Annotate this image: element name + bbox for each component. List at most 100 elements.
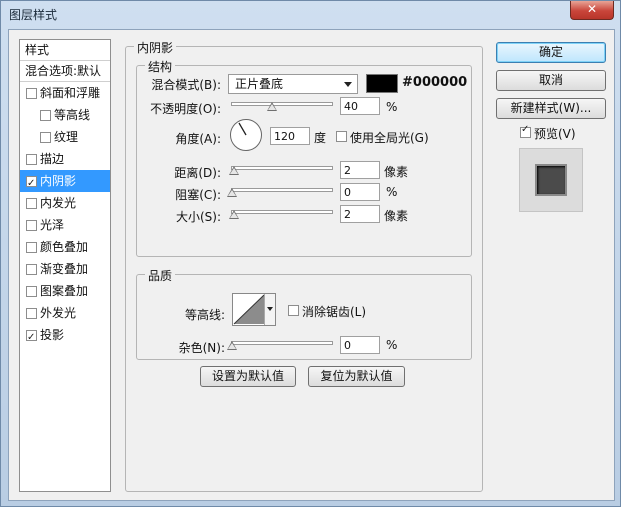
style-item[interactable]: 纹理 [20, 126, 110, 148]
style-item-checkbox[interactable] [26, 154, 37, 165]
ok-button[interactable]: 确定 [496, 42, 606, 63]
style-item-label: 光泽 [40, 218, 65, 232]
distance-label: 距离(D): [174, 166, 221, 180]
blending-options-item[interactable]: 混合选项:默认 [20, 61, 110, 82]
size-slider-thumb[interactable] [229, 210, 239, 219]
style-item-checkbox[interactable] [40, 132, 51, 143]
new-style-button[interactable]: 新建样式(W)... [496, 98, 606, 119]
distance-unit: 像素 [384, 165, 409, 179]
style-item[interactable]: 图案叠加 [20, 280, 110, 302]
make-default-button[interactable]: 设置为默认值 [200, 366, 296, 387]
style-item-checkbox[interactable] [26, 198, 37, 209]
style-item[interactable]: 光泽 [20, 214, 110, 236]
shadow-color-swatch[interactable] [366, 74, 398, 93]
angle-dial[interactable] [230, 119, 262, 151]
style-item-checkbox[interactable] [26, 173, 37, 195]
contour-picker[interactable] [232, 293, 276, 326]
preview-label[interactable]: 预览(V) [534, 125, 576, 142]
dialog-window: 图层样式 ✕ 样式 混合选项:默认 斜面和浮雕等高线纹理描边内阴影内发光光泽颜色… [0, 0, 621, 507]
style-item[interactable]: 颜色叠加 [20, 236, 110, 258]
global-light-checkbox[interactable] [336, 131, 347, 142]
style-items: 斜面和浮雕等高线纹理描边内阴影内发光光泽颜色叠加渐变叠加图案叠加外发光投影 [20, 82, 110, 349]
style-item-label: 外发光 [40, 306, 77, 320]
contour-preview-icon [233, 294, 265, 325]
style-item[interactable]: 内发光 [20, 192, 110, 214]
blend-mode-select[interactable]: 正片叠底 [228, 74, 358, 94]
distance-slider-thumb[interactable] [229, 166, 239, 175]
contour-dropdown-arrow[interactable] [264, 294, 275, 325]
close-button[interactable]: ✕ [570, 1, 614, 20]
size-slider[interactable] [229, 210, 333, 219]
style-item-label: 纹理 [54, 130, 79, 144]
reset-default-button[interactable]: 复位为默认值 [308, 366, 405, 387]
style-item-checkbox[interactable] [26, 308, 37, 319]
style-item-label: 颜色叠加 [40, 240, 89, 254]
style-item-label: 描边 [40, 152, 65, 166]
dialog-body: 样式 混合选项:默认 斜面和浮雕等高线纹理描边内阴影内发光光泽颜色叠加渐变叠加图… [8, 29, 615, 501]
window-title: 图层样式 [9, 8, 58, 22]
choke-label: 阻塞(C): [175, 188, 221, 202]
style-item-checkbox[interactable] [26, 264, 37, 275]
style-item[interactable]: 内阴影 [20, 170, 110, 195]
title-bar[interactable]: 图层样式 ✕ [1, 1, 620, 27]
styles-list: 样式 混合选项:默认 斜面和浮雕等高线纹理描边内阴影内发光光泽颜色叠加渐变叠加图… [19, 39, 111, 492]
size-input[interactable]: 2 [340, 205, 380, 223]
style-item[interactable]: 等高线 [20, 104, 110, 126]
choke-percent: % [386, 185, 398, 199]
style-item-checkbox[interactable] [26, 327, 37, 349]
style-item-label: 图案叠加 [40, 284, 89, 298]
style-item-checkbox[interactable] [26, 286, 37, 297]
size-unit: 像素 [384, 209, 409, 223]
angle-input[interactable]: 120 [270, 127, 310, 145]
global-light-label[interactable]: 使用全局光(G) [350, 129, 429, 146]
style-item[interactable]: 外发光 [20, 302, 110, 324]
noise-slider[interactable] [227, 341, 333, 350]
inner-shadow-group: 内阴影 结构 混合模式(B): 正片叠底 #000000 不透明度(O): 40… [125, 39, 483, 492]
style-item[interactable]: 渐变叠加 [20, 258, 110, 280]
style-item-checkbox[interactable] [26, 88, 37, 99]
opacity-slider-thumb[interactable] [267, 102, 277, 111]
noise-label: 杂色(N): [178, 341, 225, 355]
angle-label: 角度(A): [175, 132, 221, 146]
angle-unit: 度 [314, 131, 327, 145]
style-item[interactable]: 斜面和浮雕 [20, 82, 110, 104]
style-item-label: 斜面和浮雕 [40, 86, 101, 100]
anti-alias-label[interactable]: 消除锯齿(L) [302, 303, 366, 320]
quality-title: 品质 [145, 267, 176, 284]
distance-slider[interactable] [229, 166, 333, 175]
shadow-color-hex: #000000 [402, 75, 468, 90]
blend-mode-label: 混合模式(B): [151, 78, 221, 92]
opacity-percent: % [386, 100, 398, 114]
choke-slider-thumb[interactable] [227, 188, 237, 197]
chevron-down-icon [344, 82, 352, 87]
inner-shadow-title: 内阴影 [134, 39, 177, 56]
structure-title: 结构 [145, 58, 176, 75]
contour-label: 等高线: [184, 308, 225, 322]
anti-alias-checkbox[interactable] [288, 305, 299, 316]
opacity-slider[interactable] [231, 102, 333, 111]
style-item[interactable]: 描边 [20, 148, 110, 170]
style-item-label: 投影 [40, 328, 65, 342]
angle-needle-icon [238, 122, 247, 136]
style-item-label: 内发光 [40, 196, 77, 210]
preview-checkbox[interactable] [520, 124, 531, 138]
opacity-label: 不透明度(O): [150, 102, 221, 116]
preview-swatch [535, 164, 567, 196]
style-item-checkbox[interactable] [40, 110, 51, 121]
noise-input[interactable]: 0 [340, 336, 380, 354]
chevron-down-icon [267, 307, 273, 311]
blend-mode-value: 正片叠底 [235, 77, 284, 91]
style-item-checkbox[interactable] [26, 220, 37, 231]
structure-group: 结构 混合模式(B): 正片叠底 #000000 不透明度(O): 40 % 角… [136, 58, 472, 257]
opacity-input[interactable]: 40 [340, 97, 380, 115]
style-item-label: 渐变叠加 [40, 262, 89, 276]
cancel-button[interactable]: 取消 [496, 70, 606, 91]
size-label: 大小(S): [175, 210, 221, 224]
style-item[interactable]: 投影 [20, 324, 110, 349]
noise-slider-thumb[interactable] [227, 341, 237, 350]
styles-header[interactable]: 样式 [20, 40, 110, 61]
style-item-checkbox[interactable] [26, 242, 37, 253]
choke-input[interactable]: 0 [340, 183, 380, 201]
distance-input[interactable]: 2 [340, 161, 380, 179]
choke-slider[interactable] [227, 188, 333, 197]
